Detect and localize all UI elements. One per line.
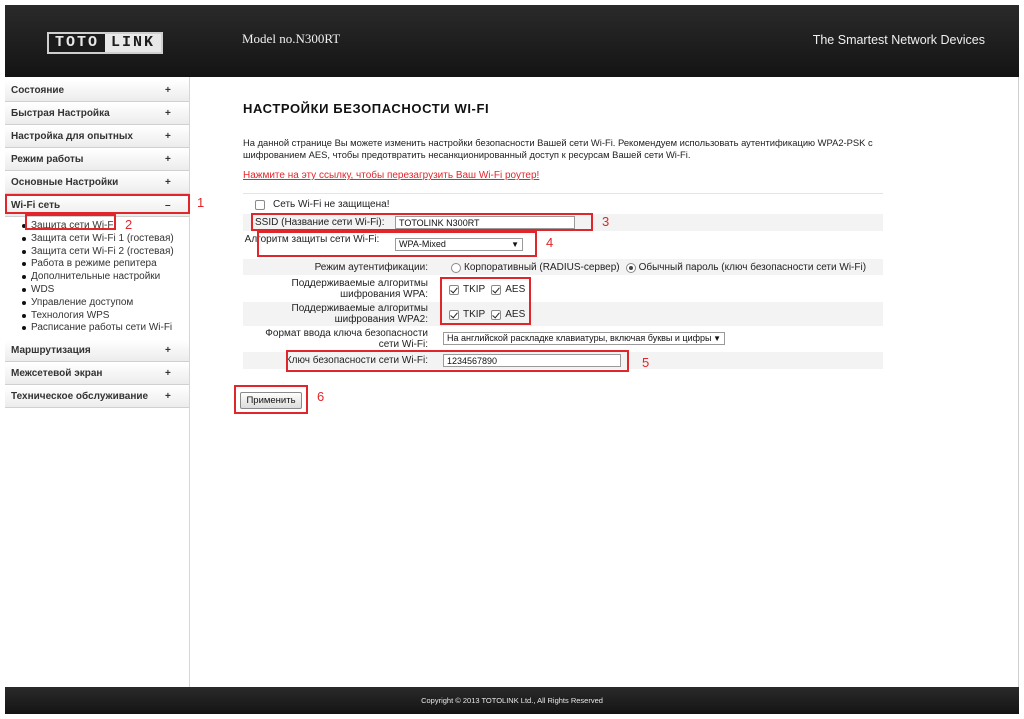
- auth-enterprise-radio[interactable]: [451, 262, 461, 273]
- submenu-wifi-security[interactable]: Защита сети Wi-Fi: [21, 220, 189, 233]
- sidebar: Состояние + Быстрая Настройка + Настройк…: [5, 77, 190, 687]
- plus-icon: +: [165, 368, 171, 380]
- plus-icon: +: [165, 345, 171, 357]
- footer-bar: Copyright © 2013 TOTOLINK Ltd., All Righ…: [5, 687, 1019, 714]
- wpa-aes-checkbox[interactable]: [491, 284, 502, 295]
- wpa2-cipher-label: Поддерживаемые алгоритмы шифрования WPA2…: [291, 303, 429, 325]
- sidebar-item-quick-setup[interactable]: Быстрая Настройка +: [5, 103, 189, 125]
- dropdown-arrow-icon: ▼: [511, 240, 519, 249]
- logo-right-text: LINK: [105, 34, 162, 52]
- sidebar-item-wifi[interactable]: Wi-Fi сеть –: [5, 195, 189, 217]
- sidebar-item-label: Техническое обслуживание: [11, 391, 149, 403]
- annotation-number-1: 1: [197, 195, 205, 210]
- wpa2-cipher-row: Поддерживаемые алгоритмы шифрования WPA2…: [243, 302, 883, 326]
- plus-icon: +: [165, 177, 171, 188]
- submenu-access-control[interactable]: Управление доступом: [21, 297, 189, 310]
- wifi-submenu: Защита сети Wi-Fi Защита сети Wi-Fi 1 (г…: [5, 217, 189, 339]
- sidebar-item-routing[interactable]: Маршрутизация +: [5, 340, 189, 363]
- auth-personal-label: Обычный пароль (ключ безопасности сети W…: [638, 262, 867, 273]
- sidebar-item-label: Настройка для опытных: [11, 131, 133, 142]
- auth-mode-label: Режим аутентификации:: [314, 262, 428, 273]
- wpa2-tkip-checkbox[interactable]: [449, 309, 459, 320]
- minus-icon: –: [165, 200, 171, 211]
- auth-enterprise-label: Корпоративный (RADIUS-сервер): [464, 262, 620, 273]
- key-format-value: На английской раскладке клавиатуры, вклю…: [447, 333, 712, 343]
- submenu-repeater[interactable]: Работа в режиме репитера: [21, 258, 189, 271]
- slogan: The Smartest Network Devices: [812, 33, 985, 47]
- sidebar-item-operation-mode[interactable]: Режим работы +: [5, 149, 189, 171]
- algorithm-label: Алгоритм защиты сети Wi-Fi:: [244, 234, 380, 245]
- sidebar-item-label: Основные Настройки: [11, 177, 119, 188]
- header-bar: TOTO LINK Model no.N300RT The Smartest N…: [5, 5, 1019, 77]
- algorithm-row: Алгоритм защиты сети Wi-Fi: WPA-Mixed ▼: [243, 233, 883, 257]
- annotation-number-3: 3: [602, 214, 610, 229]
- submenu-wifi-security-guest2[interactable]: Защита сети Wi-Fi 2 (гостевая): [21, 246, 189, 259]
- wpa-cipher-label: Поддерживаемые алгоритмы шифрования WPA:: [291, 278, 429, 300]
- sidebar-item-status[interactable]: Состояние +: [5, 80, 189, 102]
- plus-icon: +: [165, 131, 171, 142]
- sidebar-item-maintenance[interactable]: Техническое обслуживание +: [5, 386, 189, 409]
- algorithm-value: WPA-Mixed: [399, 239, 446, 249]
- sidebar-item-basic-settings[interactable]: Основные Настройки +: [5, 172, 189, 194]
- reload-router-link[interactable]: Нажмите на эту ссылку, чтобы перезагрузи…: [243, 170, 539, 181]
- sidebar-item-label: Быстрая Настройка: [11, 108, 110, 119]
- sidebar-item-label: Состояние: [11, 85, 65, 96]
- submenu-wifi-schedule[interactable]: Расписание работы сети Wi-Fi: [21, 322, 189, 335]
- page-title: НАСТРОЙКИ БЕЗОПАСНОСТИ WI-FI: [243, 101, 490, 116]
- plus-icon: +: [165, 85, 171, 96]
- logo-left-text: TOTO: [49, 34, 106, 52]
- key-format-row: Формат ввода ключа безопасности сети Wi-…: [243, 327, 883, 351]
- wpa-aes-label: AES: [505, 284, 526, 295]
- sidebar-item-label: Межсетевой экран: [11, 368, 103, 380]
- wpa2-tkip-label: TKIP: [463, 309, 486, 320]
- submenu-wds[interactable]: WDS: [21, 284, 189, 297]
- model-number: Model no.N300RT: [242, 31, 341, 46]
- ssid-row: SSID (Название сети Wi-Fi):: [243, 214, 883, 231]
- sidebar-item-label: Режим работы: [11, 154, 84, 165]
- wpa2-aes-label: AES: [505, 309, 526, 320]
- submenu-wps[interactable]: Технология WPS: [21, 310, 189, 323]
- wpa-tkip-label: TKIP: [463, 284, 486, 295]
- totolink-logo: TOTO LINK: [47, 32, 164, 54]
- security-key-input[interactable]: [443, 354, 621, 367]
- sidebar-item-label: Маршрутизация: [11, 345, 91, 357]
- apply-button[interactable]: Применить: [240, 392, 302, 409]
- ssid-label: SSID (Название сети Wi-Fi):: [255, 217, 385, 228]
- unprotected-row: Сеть Wi-Fi не защищена!: [243, 197, 883, 211]
- annotation-number-2: 2: [125, 217, 133, 232]
- key-format-label: Формат ввода ключа безопасности сети Wi-…: [265, 328, 428, 350]
- security-key-row: Ключ безопасности сети Wi-Fi:: [243, 352, 883, 369]
- copyright-text: Copyright © 2013 TOTOLINK Ltd., All Righ…: [421, 696, 603, 705]
- submenu-wifi-security-guest1[interactable]: Защита сети Wi-Fi 1 (гостевая): [21, 233, 189, 246]
- sidebar-item-advanced[interactable]: Настройка для опытных +: [5, 126, 189, 148]
- algorithm-select[interactable]: WPA-Mixed ▼: [395, 238, 523, 251]
- sidebar-item-firewall[interactable]: Межсетевой экран +: [5, 363, 189, 386]
- annotation-number-4: 4: [546, 235, 554, 250]
- security-key-label: Ключ безопасности сети Wi-Fi:: [285, 355, 428, 366]
- plus-icon: +: [165, 108, 171, 119]
- auth-mode-row: Режим аутентификации: Корпоративный (RAD…: [243, 259, 883, 275]
- page-description: На данной странице Вы можете изменить на…: [243, 137, 873, 160]
- annotation-number-6: 6: [317, 389, 325, 404]
- wpa-cipher-row: Поддерживаемые алгоритмы шифрования WPA:…: [243, 277, 883, 301]
- auth-personal-radio[interactable]: [625, 262, 636, 273]
- divider: [243, 193, 883, 194]
- unprotected-label: Сеть Wi-Fi не защищена!: [273, 199, 390, 210]
- ssid-input[interactable]: [395, 216, 575, 229]
- wpa2-aes-checkbox[interactable]: [491, 309, 502, 320]
- annotation-number-5: 5: [642, 355, 650, 370]
- sidebar-item-label: Wi-Fi сеть: [11, 200, 61, 211]
- key-format-select[interactable]: На английской раскладке клавиатуры, вклю…: [443, 332, 725, 345]
- submenu-additional[interactable]: Дополнительные настройки: [21, 271, 189, 284]
- unprotected-checkbox[interactable]: [255, 199, 265, 210]
- wpa-tkip-checkbox[interactable]: [449, 284, 459, 295]
- plus-icon: +: [165, 391, 171, 403]
- plus-icon: +: [165, 154, 171, 165]
- dropdown-arrow-icon: ▼: [713, 334, 721, 343]
